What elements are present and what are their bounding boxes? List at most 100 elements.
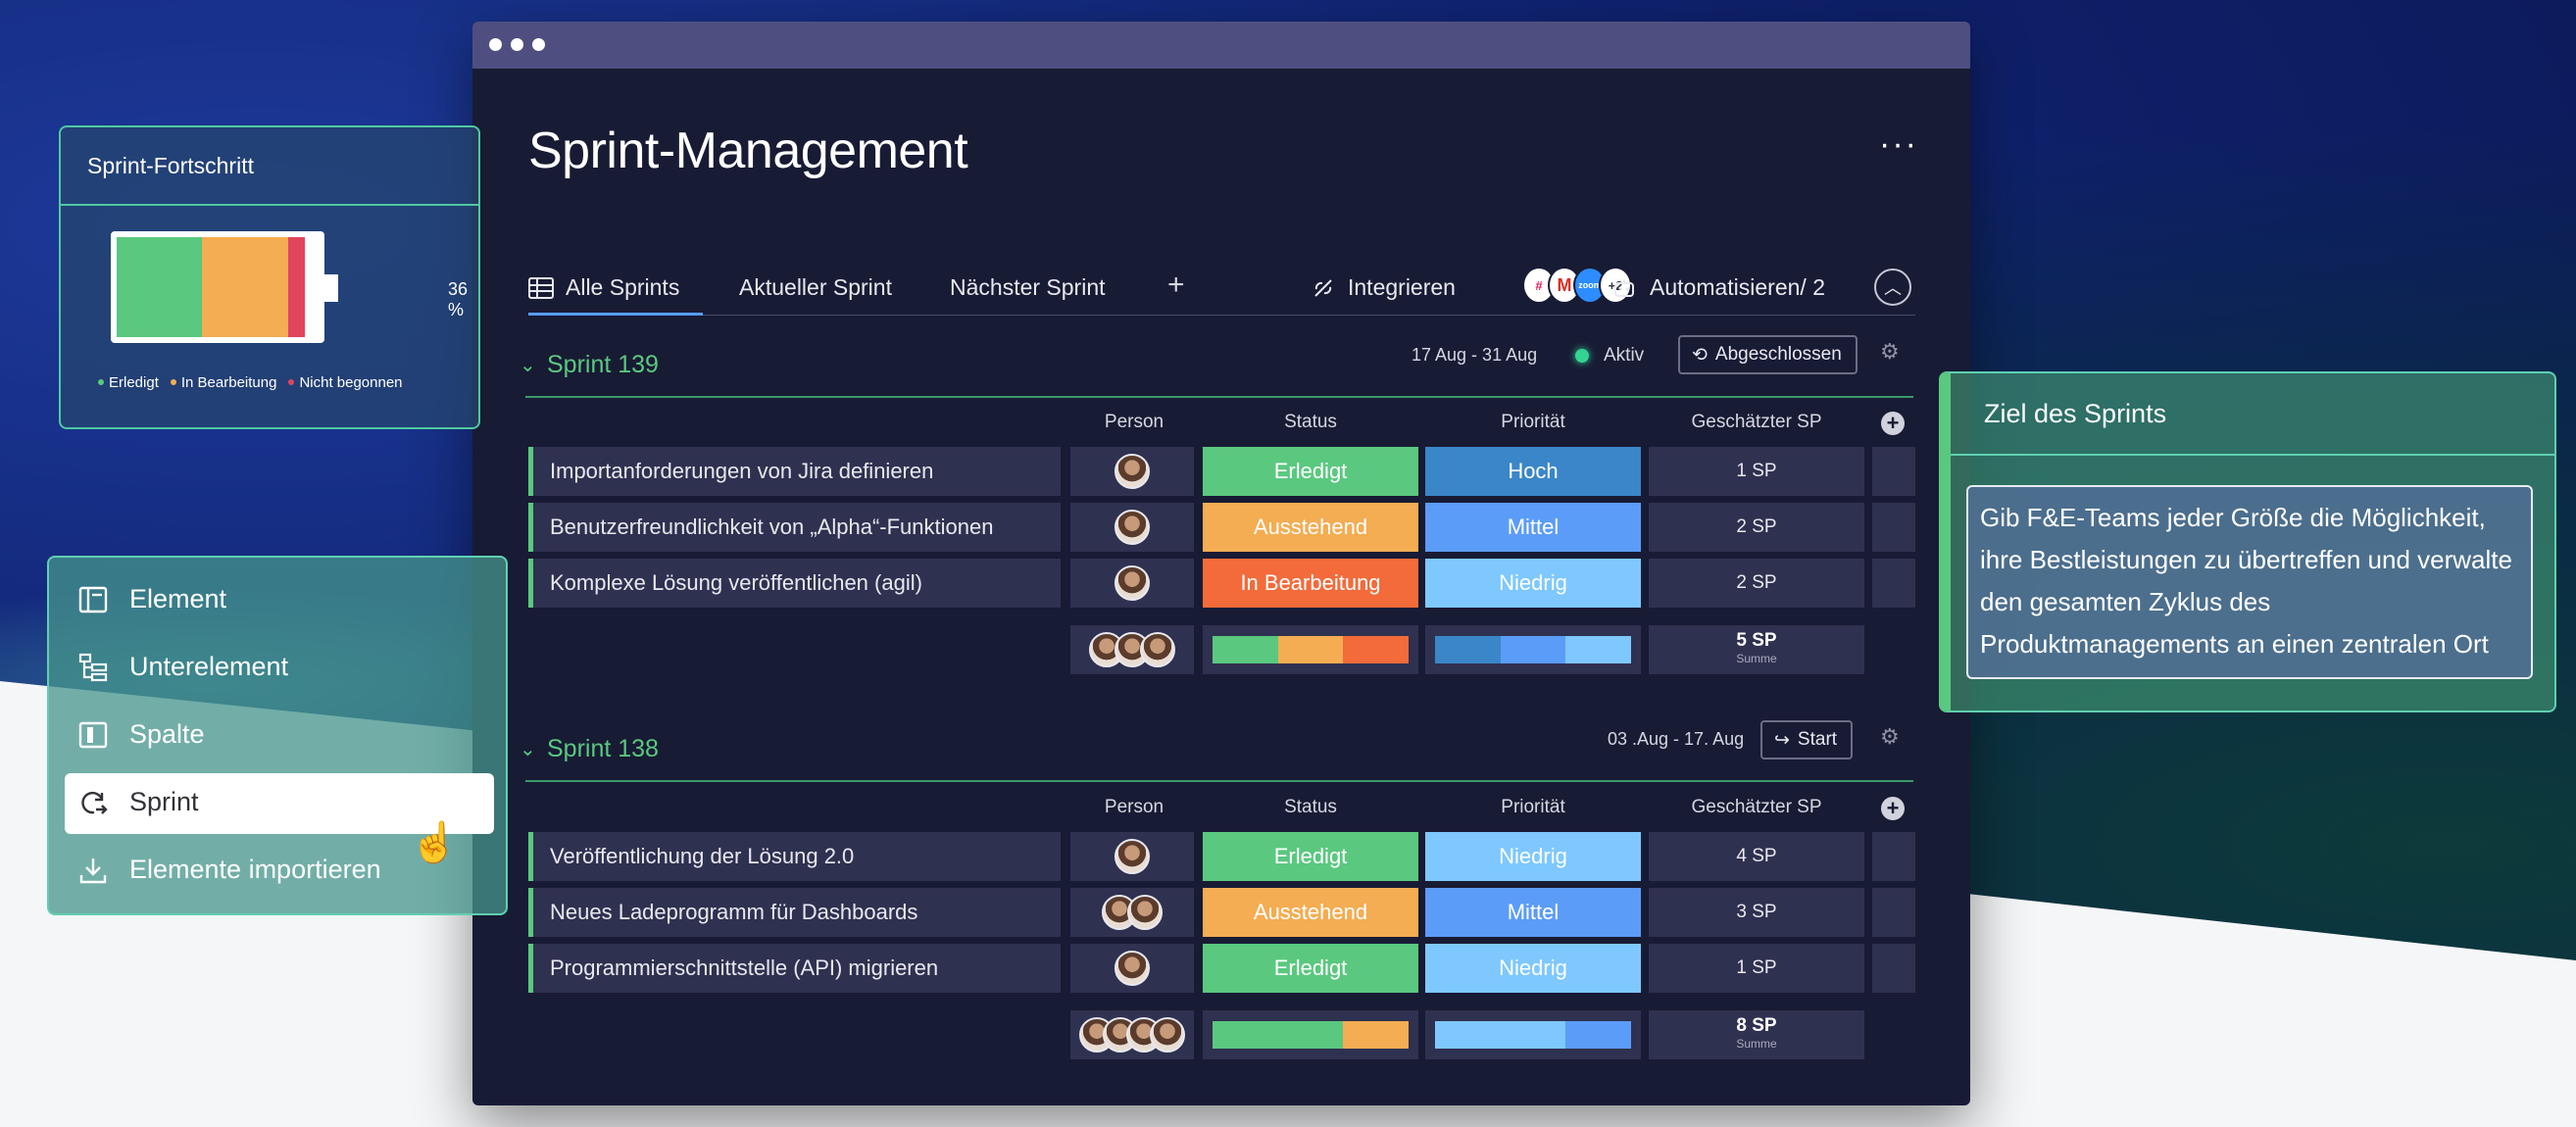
add-column-button[interactable]: +: [1881, 797, 1905, 820]
import-icon: [79, 858, 107, 883]
add-view-button[interactable]: +: [1167, 269, 1185, 302]
menu-item-label: Element: [129, 584, 227, 613]
sprint-goal-card: Ziel des Sprints Gib F&E-Teams jeder Grö…: [1939, 371, 2556, 712]
table-row-name[interactable]: Komplexe Lösung veröffentlichen (agil): [528, 559, 1061, 608]
column-header-person[interactable]: Person: [1070, 412, 1198, 433]
sp-cell[interactable]: 3 SP: [1649, 888, 1864, 937]
column-header-priority[interactable]: Priorität: [1425, 412, 1641, 433]
sprint-icon: [81, 791, 108, 814]
add-column-button[interactable]: +: [1881, 412, 1905, 435]
avatar: [1150, 1017, 1185, 1053]
status-cell[interactable]: Ausstehend: [1203, 503, 1418, 552]
sp-sum-label: Summe: [1736, 652, 1777, 665]
group-dates: 03 .Aug - 17. Aug: [1608, 729, 1745, 749]
sp-sum-label: Summe: [1736, 1037, 1777, 1051]
card-divider: [1951, 454, 2554, 456]
tab-aktueller-sprint[interactable]: Aktueller Sprint: [739, 274, 892, 301]
integration-icon: [1314, 278, 1332, 297]
gear-icon[interactable]: ⚙: [1880, 339, 1900, 365]
status-summary: [1203, 1010, 1418, 1059]
person-cell[interactable]: [1070, 503, 1194, 552]
avatar: [1140, 632, 1175, 667]
group-divider: [525, 780, 1913, 782]
chevron-down-icon[interactable]: ⌄: [520, 737, 536, 761]
pointer-hand-icon: ☝: [410, 821, 459, 864]
goal-text-field[interactable]: Gib F&E-Teams jeder Größe die Möglichkei…: [1966, 485, 2533, 679]
collapse-header-button[interactable]: ︿: [1874, 269, 1911, 306]
status-cell[interactable]: Ausstehend: [1203, 888, 1418, 937]
table-row-name[interactable]: Neues Ladeprogramm für Dashboards: [528, 888, 1061, 937]
person-cell[interactable]: [1070, 832, 1194, 881]
empty-cell: [1872, 559, 1915, 608]
priority-cell[interactable]: Hoch: [1425, 447, 1641, 496]
automate-button[interactable]: Automatisieren/ 2: [1612, 274, 1825, 301]
menu-item-subitem[interactable]: Unterelement: [78, 652, 288, 682]
start-button[interactable]: ↪ Start: [1760, 720, 1854, 760]
column-header-priority[interactable]: Priorität: [1425, 797, 1641, 818]
avatar: [1127, 895, 1163, 930]
priority-cell[interactable]: Niedrig: [1425, 832, 1641, 881]
table-icon: [528, 276, 554, 299]
column-header-person[interactable]: Person: [1070, 797, 1198, 818]
tab-naechster-sprint[interactable]: Nächster Sprint: [950, 274, 1106, 301]
sp-cell[interactable]: 4 SP: [1649, 832, 1864, 881]
empty-cell: [1872, 447, 1915, 496]
more-options-icon[interactable]: ···: [1879, 127, 1918, 161]
window-dot-icon[interactable]: [532, 38, 545, 51]
status-distribution-bar: [1213, 636, 1409, 663]
menu-item-label: Elemente importieren: [129, 855, 381, 884]
window-dot-icon[interactable]: [489, 38, 502, 51]
menu-item-import[interactable]: Elemente importieren: [78, 855, 381, 885]
sp-cell[interactable]: 2 SP: [1649, 503, 1864, 552]
priority-distribution-bar: [1435, 1021, 1631, 1049]
chevron-down-icon[interactable]: ⌄: [520, 353, 536, 377]
person-cell[interactable]: [1070, 944, 1194, 993]
menu-item-label: Spalte: [129, 719, 205, 749]
status-cell[interactable]: Erledigt: [1203, 832, 1418, 881]
person-summary: [1070, 1010, 1194, 1059]
completed-button[interactable]: ⟲ Abgeschlossen: [1678, 335, 1858, 374]
person-cell[interactable]: [1070, 559, 1194, 608]
avatar: [1115, 565, 1150, 601]
priority-cell[interactable]: Niedrig: [1425, 944, 1641, 993]
table-row-name[interactable]: Veröffentlichung der Lösung 2.0: [528, 832, 1061, 881]
person-cell[interactable]: [1070, 447, 1194, 496]
empty-cell: [1872, 832, 1915, 881]
integrate-button[interactable]: Integrieren: [1313, 274, 1456, 301]
sp-cell[interactable]: 1 SP: [1649, 944, 1864, 993]
robot-icon: [1614, 278, 1634, 297]
column-header-status[interactable]: Status: [1203, 412, 1418, 433]
sp-summary: 8 SP Summe: [1649, 1010, 1864, 1059]
status-cell[interactable]: Erledigt: [1203, 944, 1418, 993]
priority-cell[interactable]: Mittel: [1425, 503, 1641, 552]
avatar: [1115, 454, 1150, 489]
progress-card-title: Sprint-Fortschritt: [87, 153, 254, 178]
menu-item-sprint[interactable]: Sprint: [78, 787, 199, 817]
group-title[interactable]: Sprint 139: [547, 351, 659, 379]
window-dot-icon[interactable]: [511, 38, 523, 51]
column-header-status[interactable]: Status: [1203, 797, 1418, 818]
tab-alle-sprints[interactable]: Alle Sprints: [528, 274, 679, 301]
priority-cell[interactable]: Mittel: [1425, 888, 1641, 937]
legend-item-not-started: Nicht begonnen: [288, 374, 403, 391]
menu-item-column[interactable]: Spalte: [78, 719, 205, 750]
column-header-sp[interactable]: Geschätzter SP: [1649, 412, 1864, 433]
legend-item-in-progress: In Bearbeitung: [170, 374, 276, 391]
table-row-name[interactable]: Benutzerfreundlichkeit von „Alpha“-Funkt…: [528, 503, 1061, 552]
priority-summary: [1425, 625, 1641, 674]
menu-item-element[interactable]: Element: [78, 584, 226, 614]
gear-icon[interactable]: ⚙: [1880, 724, 1900, 750]
start-arrow-icon: ↪: [1774, 729, 1790, 751]
sp-cell[interactable]: 1 SP: [1649, 447, 1864, 496]
sp-cell[interactable]: 2 SP: [1649, 559, 1864, 608]
status-cell[interactable]: In Bearbeitung: [1203, 559, 1418, 608]
table-row-name[interactable]: Programmierschnittstelle (API) migrieren: [528, 944, 1061, 993]
column-header-sp[interactable]: Geschätzter SP: [1649, 797, 1864, 818]
person-cell[interactable]: [1070, 888, 1194, 937]
status-cell[interactable]: Erledigt: [1203, 447, 1418, 496]
group-dates: 17 Aug - 31 Aug: [1412, 345, 1538, 365]
table-row-name[interactable]: Importanforderungen von Jira definieren: [528, 447, 1061, 496]
progress-segment-done: [117, 237, 202, 337]
group-title[interactable]: Sprint 138: [547, 735, 659, 763]
priority-cell[interactable]: Niedrig: [1425, 559, 1641, 608]
